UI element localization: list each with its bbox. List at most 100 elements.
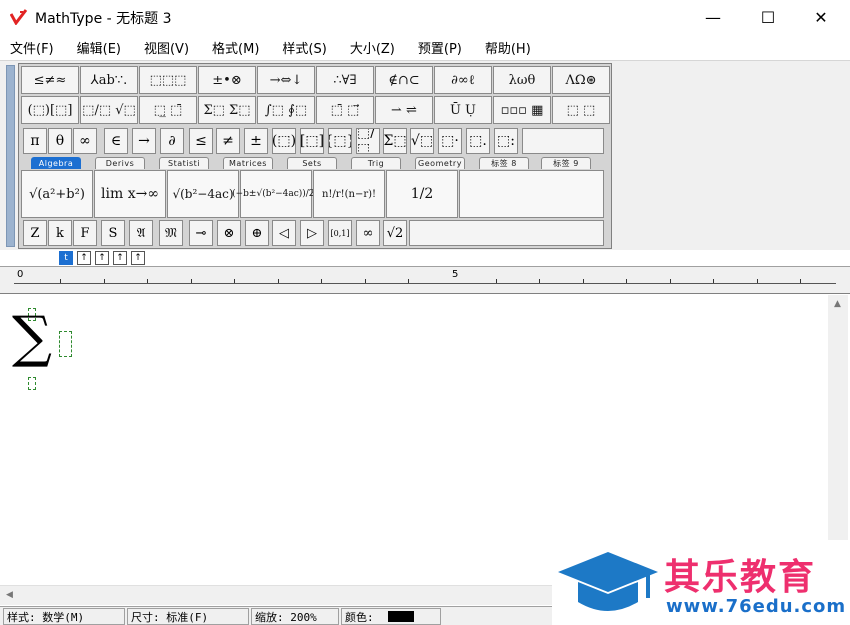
template-braces[interactable]: {⬚} — [328, 128, 352, 154]
symbol-k[interactable]: k — [48, 220, 72, 246]
tab-label-9[interactable]: 标签 9 — [541, 157, 591, 169]
tab-derivs[interactable]: Derivs — [95, 157, 145, 169]
palette-products[interactable]: Ū Ụ — [434, 96, 492, 124]
scroll-up-icon[interactable]: ▲ — [834, 299, 841, 309]
symbol-circled-times[interactable]: ⊗ — [217, 220, 241, 246]
math-toolbar: ≤≠≈ ⅄ab∵. ⬚⬚⬚ ±•⊗ →⇔↓ ∴∀∃ ∉∩⊂ ∂∞ℓ λωθ ΛΩ… — [18, 63, 612, 249]
tab-matrices[interactable]: Matrices — [223, 157, 273, 169]
palette-fractions-radicals[interactable]: ⬚/⬚ √⬚ — [80, 96, 138, 124]
template-one-half[interactable]: 1/2 — [386, 170, 458, 218]
sigma-symbol: ∑ — [12, 305, 52, 370]
menu-file[interactable]: 文件(F) — [0, 38, 54, 57]
palette-spaces[interactable]: ⅄ab∵. — [80, 66, 138, 94]
symbol-multimap[interactable]: ⊸ — [189, 220, 213, 246]
symbol-infinity-2[interactable]: ∞ — [356, 220, 380, 246]
watermark: 其乐教育 www.76edu.com — [552, 540, 850, 625]
tab-stop-right-button[interactable]: ↑ — [95, 251, 109, 265]
minimize-button[interactable]: — — [690, 0, 736, 34]
symbol-z[interactable]: Z — [23, 220, 47, 246]
palette-subscripts[interactable]: ⬚̲ ⬚̄ — [139, 96, 197, 124]
template-sum[interactable]: Σ⬚ — [383, 128, 407, 154]
tab-trig[interactable]: Trig — [351, 157, 401, 169]
palette-sets[interactable]: ∉∩⊂ — [375, 66, 433, 94]
tab-stop-relation-button[interactable]: ↑ — [131, 251, 145, 265]
status-color-label: 颜色: — [345, 610, 374, 624]
palette-arrows[interactable]: →⇔↓ — [257, 66, 315, 94]
symbol-not-equal[interactable]: ≠ — [216, 128, 240, 154]
template-subsuperscript[interactable]: ⬚: — [494, 128, 518, 154]
symbol-right-triangle[interactable]: ▷ — [300, 220, 324, 246]
symbol-fraktur-m[interactable]: 𝔐 — [159, 220, 183, 246]
scroll-left-icon[interactable]: ◀ — [6, 590, 13, 600]
palette-matrices[interactable]: ▫▫▫ ▦ — [493, 96, 551, 124]
palette-misc[interactable]: ∂∞ℓ — [434, 66, 492, 94]
palette-relations[interactable]: ≤≠≈ — [21, 66, 79, 94]
ruler[interactable]: 0 5 — [0, 266, 850, 294]
symbol-theta[interactable]: θ — [48, 128, 72, 154]
symbol-circled-plus[interactable]: ⊕ — [245, 220, 269, 246]
menu-view[interactable]: 视图(V) — [134, 38, 189, 57]
maximize-button[interactable]: ☐ — [745, 0, 791, 34]
palette-greek-lower[interactable]: λωθ — [493, 66, 551, 94]
template-quadratic-formula[interactable]: (−b±√(b²−4ac))/2a — [232, 170, 320, 218]
symbol-fraktur-a[interactable]: 𝔄 — [129, 220, 153, 246]
symbols-empty-slot — [522, 128, 604, 154]
palette-operators[interactable]: ±•⊗ — [198, 66, 256, 94]
symbol-partial[interactable]: ∂ — [160, 128, 184, 154]
symbol-left-triangle[interactable]: ◁ — [272, 220, 296, 246]
palette-boxes[interactable]: ⬚ ⬚ — [552, 96, 610, 124]
template-sqrt[interactable]: √⬚ — [410, 128, 434, 154]
symbol-f[interactable]: F — [73, 220, 97, 246]
tab-sets[interactable]: Sets — [287, 157, 337, 169]
template-combination[interactable]: n!/r!(n−r)! — [313, 170, 385, 218]
tab-stop-left-button[interactable]: t — [59, 251, 73, 265]
lower-limit-slot[interactable] — [28, 377, 36, 390]
tab-stop-decimal-button[interactable]: ↑ — [113, 251, 127, 265]
template-fraction[interactable]: ⬚/⬚ — [356, 128, 380, 154]
menu-edit[interactable]: 编辑(E) — [67, 38, 121, 57]
status-style: 样式: 数学(M) — [3, 608, 125, 625]
close-button[interactable]: ✕ — [798, 0, 844, 34]
symbol-element-of[interactable]: ∈ — [104, 128, 128, 154]
menu-help[interactable]: 帮助(H) — [475, 38, 531, 57]
menu-preferences[interactable]: 预置(P) — [408, 38, 462, 57]
symbol-interval[interactable]: [0,1] — [328, 220, 352, 246]
template-parentheses[interactable]: (⬚) — [272, 128, 296, 154]
template-pythagorean[interactable]: √(a²+b²) — [21, 170, 93, 218]
palette-labeled-arrows[interactable]: ⇀ ⇌ — [375, 96, 433, 124]
graduation-cap-icon — [558, 552, 658, 611]
palette-bars[interactable]: ⬚̄ ⬚⃗ — [316, 96, 374, 124]
tab-geometry[interactable]: Geometry — [415, 157, 465, 169]
menu-style[interactable]: 样式(S) — [272, 38, 326, 57]
palette-sums[interactable]: Σ⬚ Σ⬚ — [198, 96, 256, 124]
palette-logic[interactable]: ∴∀∃ — [316, 66, 374, 94]
status-size: 尺寸: 标准(F) — [127, 608, 249, 625]
palette-embellishments[interactable]: ⬚⬚⬚ — [139, 66, 197, 94]
template-superscript[interactable]: ⬚· — [438, 128, 462, 154]
symbol-s[interactable]: S — [101, 220, 125, 246]
symbol-plus-minus[interactable]: ± — [244, 128, 268, 154]
template-brackets[interactable]: [⬚] — [300, 128, 324, 154]
tab-stop-center-button[interactable]: ↑ — [77, 251, 91, 265]
summand-slot[interactable] — [59, 331, 72, 357]
status-zoom: 缩放: 200% — [251, 608, 339, 625]
menu-format[interactable]: 格式(M) — [202, 38, 259, 57]
template-subscript[interactable]: ⬚. — [466, 128, 490, 154]
template-limit[interactable]: lim x→∞ — [94, 170, 166, 218]
tab-label-8[interactable]: 标签 8 — [479, 157, 529, 169]
tab-statistics[interactable]: Statisti — [159, 157, 209, 169]
symbol-infinity[interactable]: ∞ — [73, 128, 97, 154]
symbol-pi[interactable]: π — [23, 128, 47, 154]
symbol-sqrt-2[interactable]: √2 — [383, 220, 407, 246]
toolbar-grip[interactable] — [6, 65, 15, 247]
palette-greek-upper[interactable]: ΛΩ⊛ — [552, 66, 610, 94]
templates-empty-slot — [459, 170, 604, 218]
mathtype-logo-icon — [10, 9, 28, 25]
menu-size[interactable]: 大小(Z) — [340, 38, 395, 57]
symbol-less-equal[interactable]: ≤ — [189, 128, 213, 154]
palette-integrals[interactable]: ∫⬚ ∮⬚ — [257, 96, 315, 124]
tab-algebra[interactable]: Algebra — [31, 157, 81, 169]
palette-fences[interactable]: (⬚)[⬚] — [21, 96, 79, 124]
symbol-right-arrow[interactable]: → — [132, 128, 156, 154]
template-discriminant[interactable]: √(b²−4ac) — [167, 170, 239, 218]
